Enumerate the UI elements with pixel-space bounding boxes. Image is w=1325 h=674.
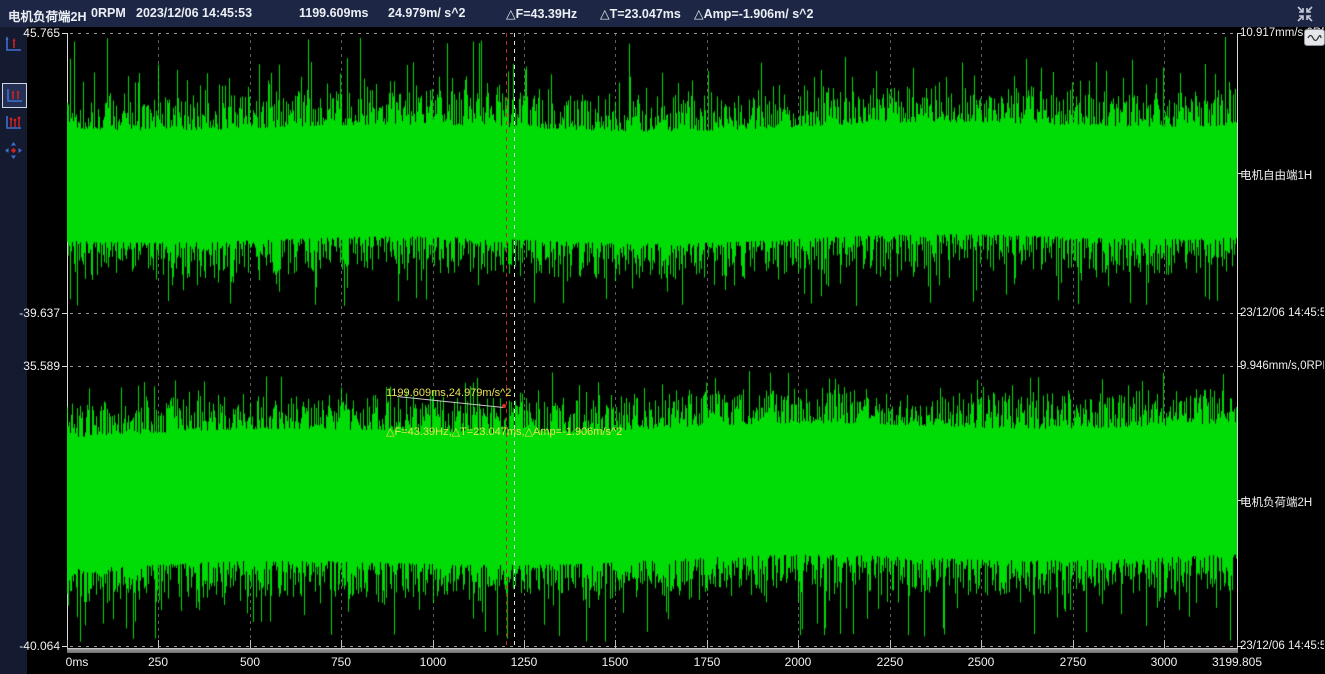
channel-label-chart2: 电机负荷端2H (1240, 494, 1324, 510)
cursor-marker-dot (502, 404, 506, 408)
x-tick-mark (433, 640, 434, 649)
tick-dash (62, 366, 67, 367)
sine-wave-icon (1307, 33, 1322, 43)
tick-dash (62, 313, 67, 314)
status-toolbar: 电机负荷端2H 0RPM 2023/12/06 14:45:53 1199.60… (0, 0, 1325, 27)
x-tick-mark (524, 640, 525, 649)
tick-dash (1237, 646, 1242, 647)
x-tick-mark (67, 640, 68, 649)
x-tick-label: 2500 (968, 655, 995, 669)
y-max-label-chart1: 45.765 (2, 26, 60, 40)
x-tick-label: 250 (148, 655, 168, 669)
x-tick-label: 0ms (66, 655, 89, 669)
waveform-display-settings-button[interactable] (1304, 29, 1325, 46)
cursor-2-line[interactable] (514, 33, 515, 648)
plot-right-border (1237, 33, 1238, 652)
x-tick-label: 2250 (877, 655, 904, 669)
tick-dash (1237, 500, 1242, 501)
tick-dash (1237, 173, 1242, 174)
tool-spectrum-stem[interactable] (2, 111, 25, 134)
x-tick-mark (1073, 640, 1074, 649)
topbar-channel-name: 电机负荷端2H (8, 6, 86, 25)
vibration-analyzer-window: 电机负荷端2H 0RPM 2023/12/06 14:45:53 1199.60… (0, 0, 1325, 674)
cursor-1-line[interactable] (506, 33, 507, 648)
x-tick-label: 3199.805 (1212, 655, 1262, 669)
channel-label-chart1: 电机自由端1H (1240, 167, 1324, 183)
x-tick-mark (158, 640, 159, 649)
x-tick-mark (707, 640, 708, 649)
waveform-chart-channel2[interactable] (67, 366, 1237, 646)
tick-dash (1237, 33, 1242, 34)
tick-dash (1237, 366, 1242, 367)
topbar-delta-time: △T=23.047ms (600, 6, 681, 21)
right-timestamp-label-chart1: 23/12/06 14:45:53 (1240, 307, 1324, 319)
dual-waveform-icon (5, 86, 24, 105)
topbar-rpm-readout: 0RPM (91, 6, 126, 20)
x-tick-mark (1164, 640, 1165, 649)
y-max-label-chart2: 35.589 (2, 359, 60, 373)
waveform-chart-channel1[interactable] (67, 33, 1237, 313)
right-amplitude-label-chart2: 9.946mm/s,0RPM (1240, 360, 1324, 372)
topbar-cursor-time: 1199.609ms (299, 6, 369, 20)
topbar-timestamp: 2023/12/06 14:45:53 (136, 6, 252, 20)
pan-move-icon (4, 141, 23, 160)
x-tick-label: 1000 (420, 655, 447, 669)
annotation-line2: △F=43.39Hz,△T=23.047ms,△Amp=-1.906m/s^2 (386, 426, 622, 439)
tick-dash (62, 646, 67, 647)
cursor-annotation: 1199.609ms,24.979m/s^2 △F=43.39Hz,△T=23.… (386, 361, 622, 465)
tick-dash (62, 33, 67, 34)
toolbox-sidebar (0, 27, 27, 674)
gridline-chart2-bottom (62, 646, 1243, 647)
y-min-label-chart1: -39.637 (2, 306, 60, 320)
x-tick-label: 750 (331, 655, 351, 669)
x-tick-mark (1237, 640, 1238, 649)
x-tick-mark (615, 640, 616, 649)
y-min-label-chart2: -40.064 (2, 639, 60, 653)
x-tick-mark (341, 640, 342, 649)
spectrum-stem-icon (4, 113, 23, 132)
x-tick-mark (798, 640, 799, 649)
tool-pan[interactable] (2, 139, 25, 162)
x-tick-mark (250, 640, 251, 649)
x-tick-label: 1250 (511, 655, 538, 669)
x-tick-mark (981, 640, 982, 649)
topbar-cursor-amplitude: 24.979m/ s^2 (388, 6, 466, 20)
x-tick-label: 3000 (1151, 655, 1178, 669)
x-tick-mark (890, 640, 891, 649)
collapse-icon[interactable] (1295, 4, 1315, 24)
topbar-delta-frequency: △F=43.39Hz (506, 6, 577, 21)
gridline-chart1-bottom (62, 313, 1243, 314)
x-tick-label: 2750 (1060, 655, 1087, 669)
x-tick-label: 1500 (602, 655, 629, 669)
topbar-delta-amplitude: △Amp=-1.906m/ s^2 (694, 6, 813, 21)
x-axis-bar (67, 648, 1238, 653)
x-tick-label: 1750 (694, 655, 721, 669)
right-timestamp-label-chart2: 23/12/06 14:45:53 (1240, 640, 1324, 652)
x-tick-label: 500 (240, 655, 260, 669)
tool-dual-waveform[interactable] (2, 83, 27, 108)
x-tick-label: 2000 (785, 655, 812, 669)
tick-dash (1237, 313, 1242, 314)
